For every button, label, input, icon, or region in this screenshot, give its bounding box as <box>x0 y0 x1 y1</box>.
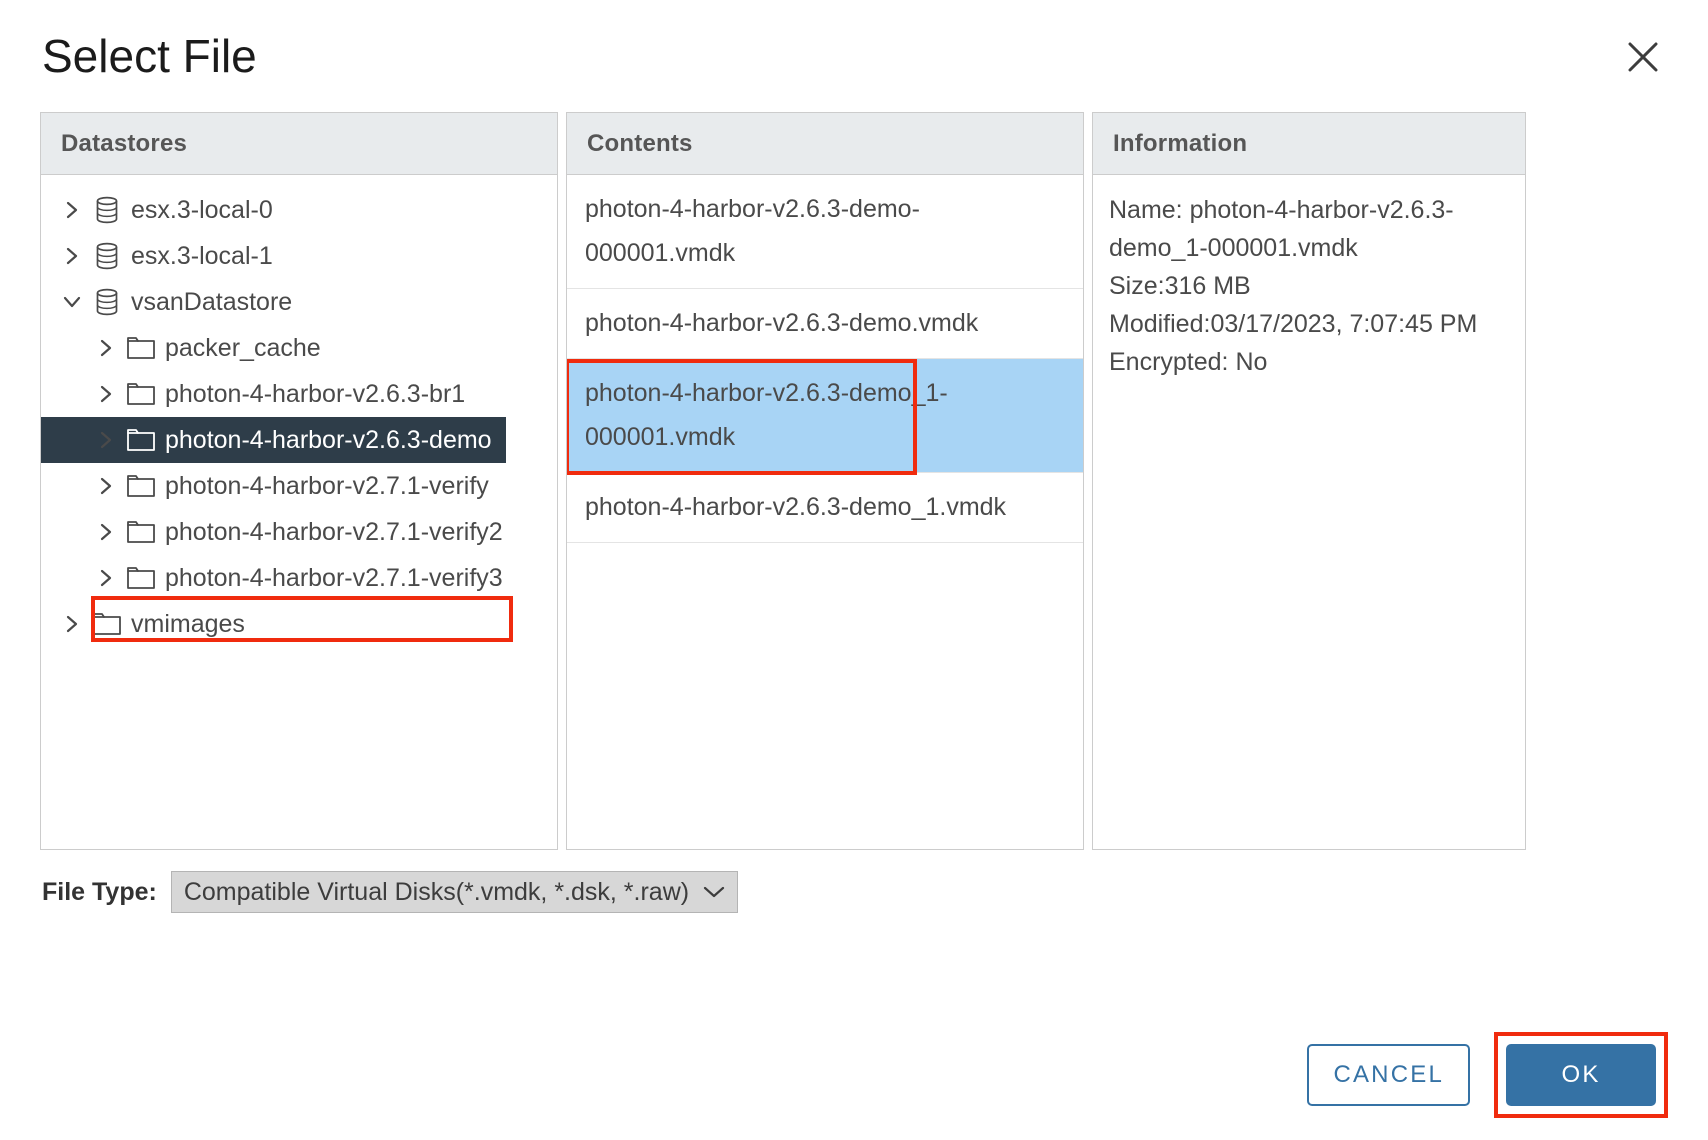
information-line: Name: photon-4-harbor-v2.6.3-demo_1-0000… <box>1109 196 1454 262</box>
file-type-row: File Type: Compatible Virtual Disks(*.vm… <box>40 850 1668 934</box>
contents-header-label: Contents <box>587 129 693 157</box>
datastores-panel-header: Datastores <box>41 113 557 175</box>
chevron-right-icon[interactable] <box>89 567 123 589</box>
tree-item-photon-4-harbor-v2.6.3-br1[interactable]: photon-4-harbor-v2.6.3-br1 <box>41 371 557 417</box>
datastore-tree: esx.3-local-0 esx.3-local-1 vsanDatastore p… <box>41 175 557 647</box>
datastore-icon <box>89 242 125 270</box>
tree-item-content: vsanDatastore <box>41 279 306 325</box>
file-type-select[interactable]: Compatible Virtual Disks(*.vmdk, *.dsk, … <box>170 871 739 913</box>
tree-item-content: packer_cache <box>41 325 335 371</box>
folder-icon <box>123 335 159 361</box>
annotation-box-ok-button: OK <box>1494 1032 1668 1118</box>
chevron-right-icon[interactable] <box>55 245 89 267</box>
information-panel-header: Information <box>1093 113 1525 175</box>
tree-item-label: vsanDatastore <box>131 287 293 316</box>
information-header-label: Information <box>1113 129 1248 157</box>
folder-icon <box>123 565 159 591</box>
datastores-panel-body: esx.3-local-0 esx.3-local-1 vsanDatastore p… <box>41 175 557 849</box>
file-name: photon-4-harbor-v2.6.3-demo.vmdk <box>585 309 979 337</box>
tree-item-content: esx.3-local-0 <box>41 187 287 233</box>
datastore-icon <box>89 288 125 316</box>
tree-item-esx.3-local-1[interactable]: esx.3-local-1 <box>41 233 557 279</box>
page-title: Select File <box>42 30 257 82</box>
cancel-button[interactable]: CANCEL <box>1307 1044 1470 1106</box>
chevron-right-icon[interactable] <box>55 613 89 635</box>
file-name: photon-4-harbor-v2.6.3-demo_1-000001.vmd… <box>585 379 948 451</box>
list-item[interactable]: photon-4-harbor-v2.6.3-demo.vmdk <box>567 289 1083 359</box>
tree-item-label: photon-4-harbor-v2.7.1-verify2 <box>165 517 503 546</box>
folder-icon <box>89 611 125 637</box>
information-line: Size:316 MB <box>1109 272 1251 300</box>
list-item[interactable]: photon-4-harbor-v2.6.3-demo_1.vmdk <box>567 473 1083 543</box>
tree-item-content: esx.3-local-1 <box>41 233 287 279</box>
contents-file-list: photon-4-harbor-v2.6.3-demo-000001.vmdk p… <box>567 175 1083 543</box>
list-item[interactable]: photon-4-harbor-v2.6.3-demo-000001.vmdk <box>567 175 1083 289</box>
datastores-panel: Datastores esx.3-local-0 esx.3-local-1 vsa… <box>40 112 558 850</box>
folder-icon <box>123 519 159 545</box>
tree-item-content: photon-4-harbor-v2.6.3-demo <box>41 417 506 463</box>
information-panel-body: Name: photon-4-harbor-v2.6.3-demo_1-0000… <box>1093 175 1525 849</box>
file-name: photon-4-harbor-v2.6.3-demo_1.vmdk <box>585 493 1007 521</box>
chevron-right-icon[interactable] <box>89 475 123 497</box>
tree-item-label: esx.3-local-1 <box>131 241 273 270</box>
dialog-footer: CANCEL OK <box>1307 1032 1668 1118</box>
tree-item-label: photon-4-harbor-v2.7.1-verify3 <box>165 563 503 592</box>
select-file-dialog: Select File Datastores esx.3-local-0 esx.… <box>0 0 1708 1140</box>
information-details: Name: photon-4-harbor-v2.6.3-demo_1-0000… <box>1093 175 1525 381</box>
file-type-label: File Type: <box>42 877 157 906</box>
tree-item-content: photon-4-harbor-v2.7.1-verify3 <box>41 555 517 601</box>
contents-panel: Contents photon-4-harbor-v2.6.3-demo-000… <box>566 112 1084 850</box>
folder-icon <box>123 427 159 453</box>
chevron-right-icon[interactable] <box>55 199 89 221</box>
tree-item-label: photon-4-harbor-v2.6.3-br1 <box>165 379 466 408</box>
tree-item-content: photon-4-harbor-v2.7.1-verify <box>41 463 503 509</box>
chevron-right-icon[interactable] <box>89 429 123 451</box>
chevron-down-icon[interactable] <box>55 291 89 313</box>
tree-item-content: photon-4-harbor-v2.7.1-verify2 <box>41 509 517 555</box>
file-type-selected-value: Compatible Virtual Disks(*.vmdk, *.dsk, … <box>183 877 690 906</box>
tree-item-photon-4-harbor-v2.7.1-verify2[interactable]: photon-4-harbor-v2.7.1-verify2 <box>41 509 557 555</box>
ok-button[interactable]: OK <box>1506 1044 1656 1106</box>
tree-item-label: vmimages <box>131 609 245 638</box>
tree-item-label: photon-4-harbor-v2.6.3-demo <box>165 425 492 454</box>
datastore-icon <box>89 196 125 224</box>
close-icon[interactable] <box>1616 30 1670 84</box>
tree-item-packer_cache[interactable]: packer_cache <box>41 325 557 371</box>
chevron-right-icon[interactable] <box>89 337 123 359</box>
tree-item-content: vmimages <box>41 601 259 647</box>
panels-container: Datastores esx.3-local-0 esx.3-local-1 vsa… <box>40 112 1668 850</box>
folder-icon <box>123 473 159 499</box>
folder-icon <box>123 381 159 407</box>
information-panel: Information Name: photon-4-harbor-v2.6.3… <box>1092 112 1526 850</box>
tree-item-vsanDatastore[interactable]: vsanDatastore <box>41 279 557 325</box>
chevron-right-icon[interactable] <box>89 521 123 543</box>
information-line: Modified:03/17/2023, 7:07:45 PM <box>1109 310 1478 338</box>
tree-item-label: esx.3-local-0 <box>131 195 273 224</box>
dialog-header: Select File <box>40 0 1668 112</box>
file-name: photon-4-harbor-v2.6.3-demo-000001.vmdk <box>585 195 920 267</box>
contents-panel-header: Contents <box>567 113 1083 175</box>
tree-item-photon-4-harbor-v2.7.1-verify3[interactable]: photon-4-harbor-v2.7.1-verify3 <box>41 555 557 601</box>
chevron-down-icon <box>703 885 725 899</box>
tree-item-label: photon-4-harbor-v2.7.1-verify <box>165 471 489 500</box>
tree-item-photon-4-harbor-v2.6.3-demo[interactable]: photon-4-harbor-v2.6.3-demo <box>41 417 557 463</box>
tree-item-content: photon-4-harbor-v2.6.3-br1 <box>41 371 479 417</box>
tree-item-vmimages[interactable]: vmimages <box>41 601 557 647</box>
chevron-right-icon[interactable] <box>89 383 123 405</box>
tree-item-esx.3-local-0[interactable]: esx.3-local-0 <box>41 187 557 233</box>
tree-item-label: packer_cache <box>165 333 321 362</box>
information-line: Encrypted: No <box>1109 348 1268 376</box>
tree-item-photon-4-harbor-v2.7.1-verify[interactable]: photon-4-harbor-v2.7.1-verify <box>41 463 557 509</box>
list-item[interactable]: photon-4-harbor-v2.6.3-demo_1-000001.vmd… <box>567 359 1083 473</box>
contents-panel-body: photon-4-harbor-v2.6.3-demo-000001.vmdk p… <box>567 175 1083 849</box>
datastores-header-label: Datastores <box>61 129 188 157</box>
